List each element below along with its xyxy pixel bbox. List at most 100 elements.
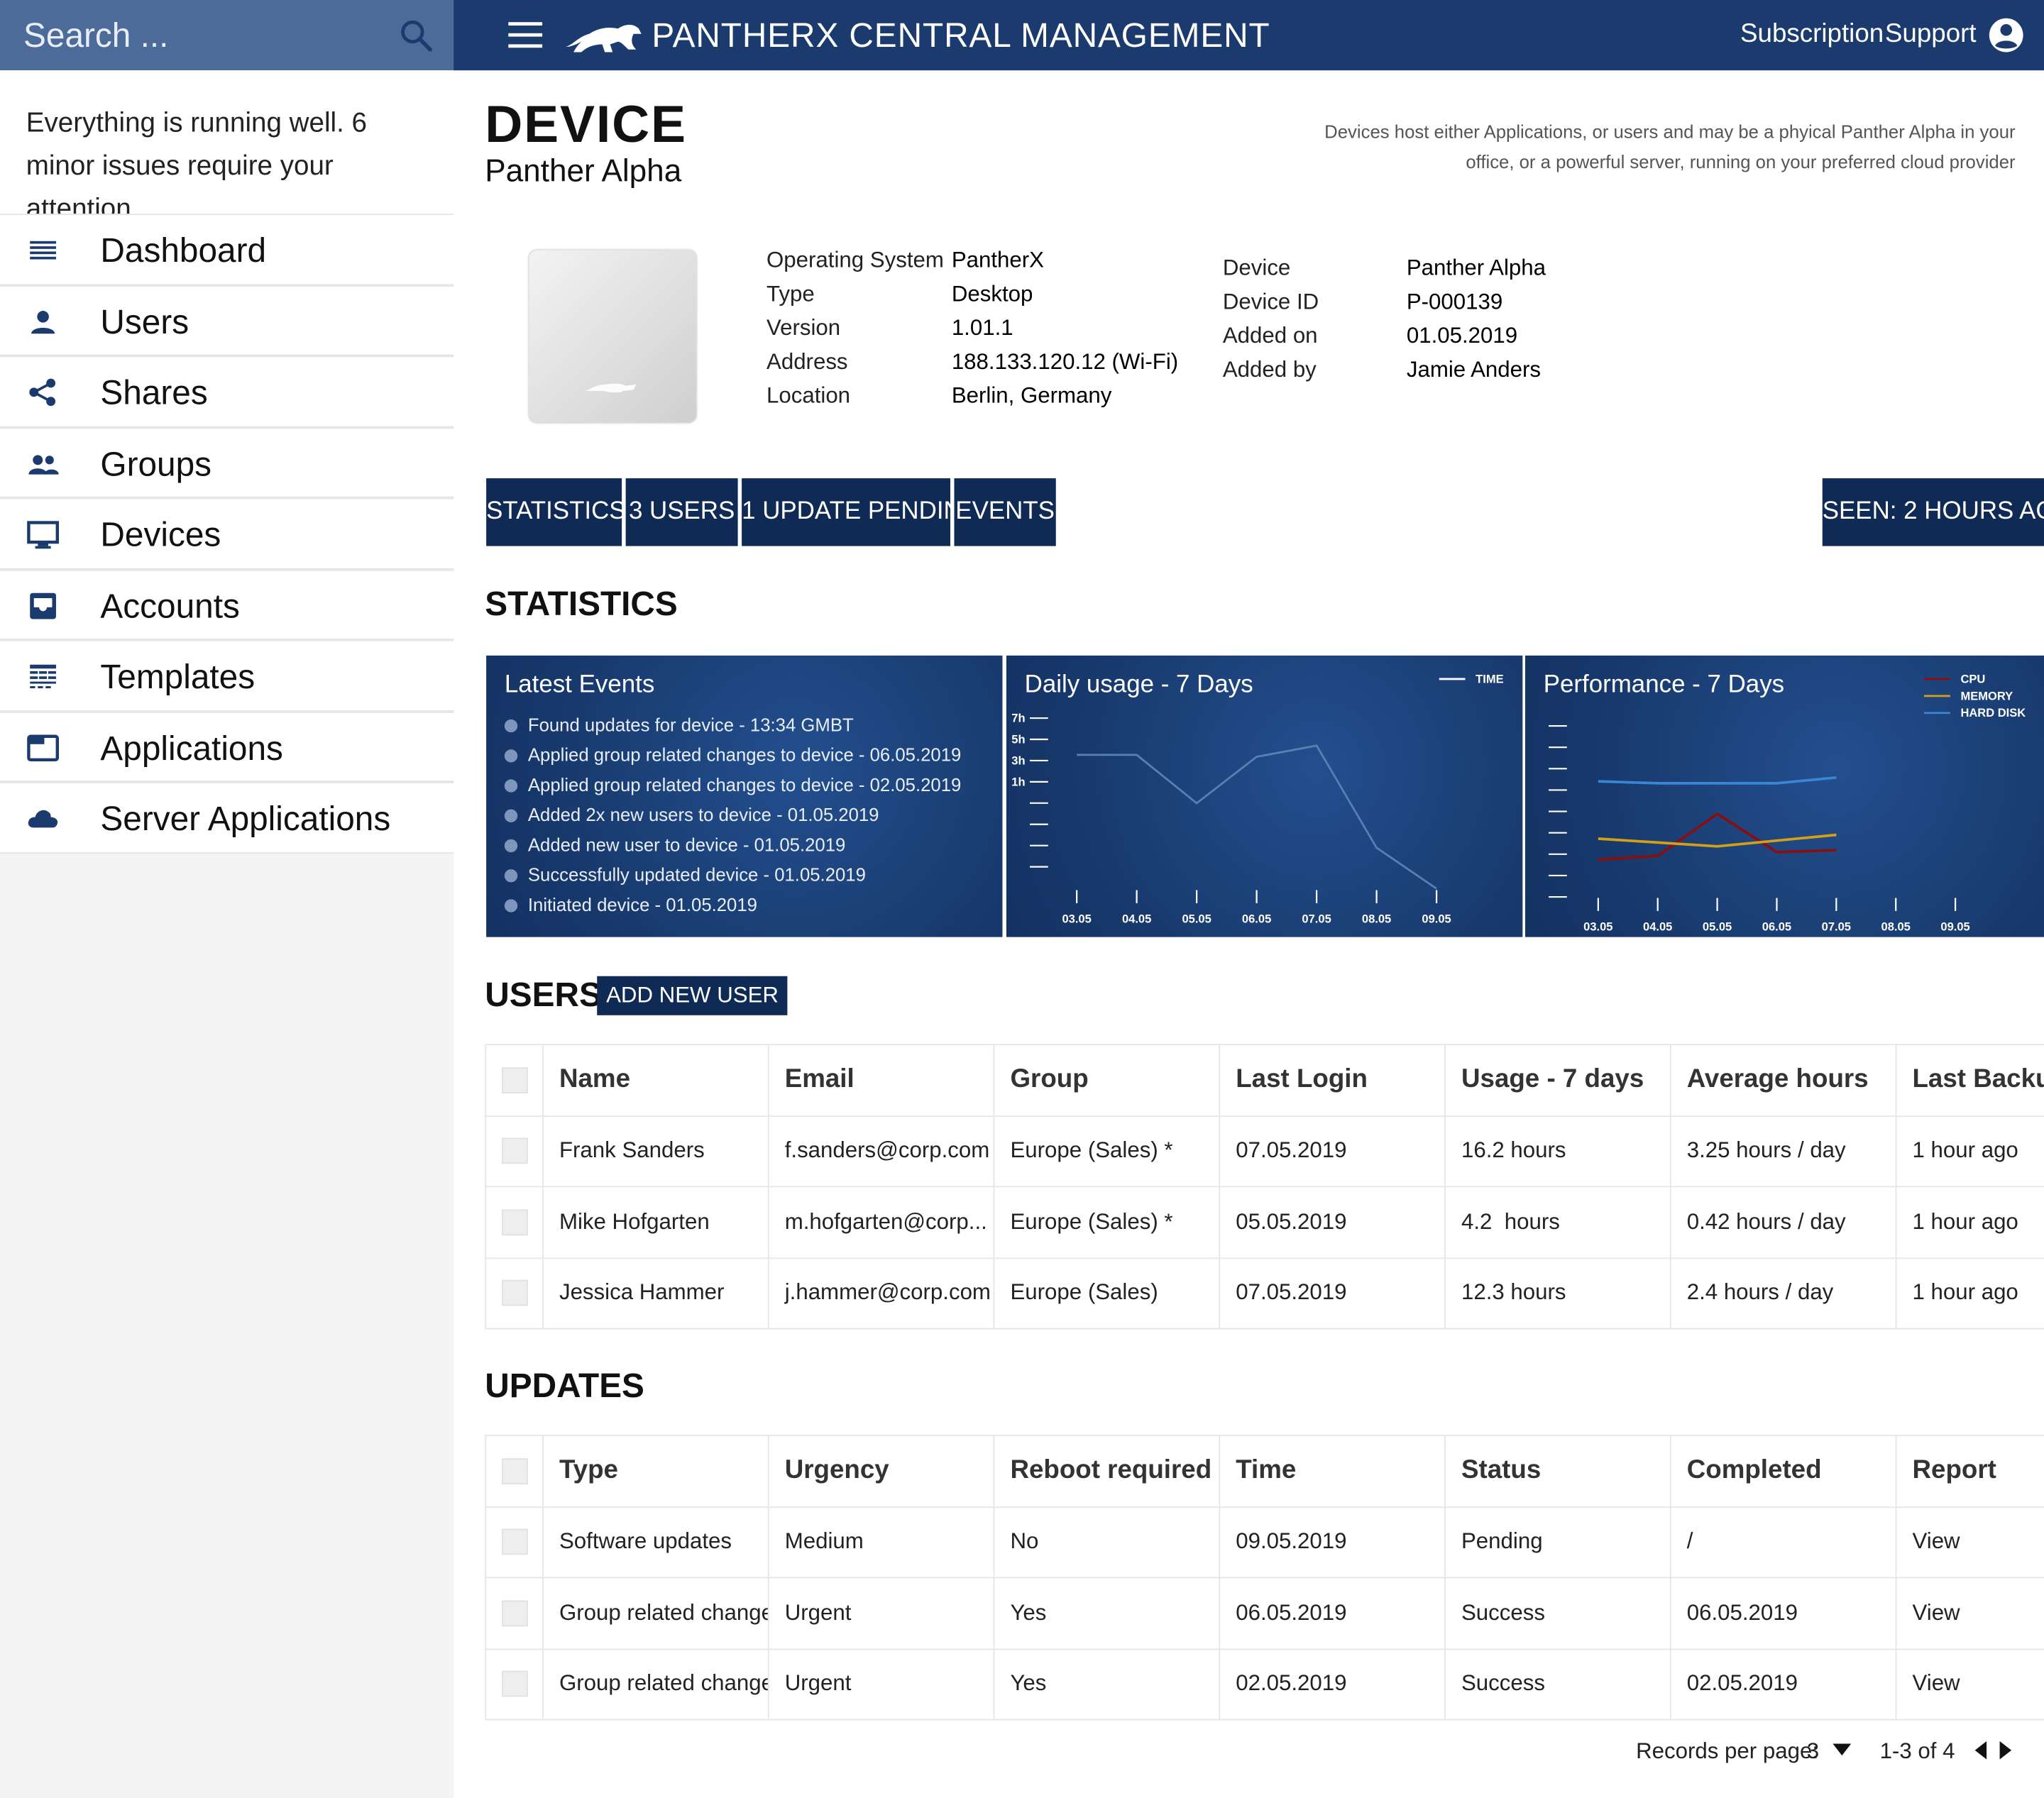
x-tick-label: 08.05 (1881, 920, 1911, 933)
update-report-link[interactable]: View (1895, 1506, 2044, 1579)
y-tick-label: 5h (1011, 732, 1025, 746)
column-header[interactable]: Report (1895, 1435, 2044, 1508)
row-select-cell (485, 1506, 544, 1579)
table-row[interactable]: Group related changes Urgent Yes 02.05.2… (485, 1648, 2044, 1721)
user-last-backup: 1 hour ago (1895, 1186, 2044, 1259)
add-new-user-button[interactable]: ADD NEW USER (597, 976, 788, 1015)
x-tick-label: 04.05 (1643, 920, 1672, 933)
tab-users[interactable]: 3 USERS (625, 478, 738, 546)
account-circle-icon[interactable] (1987, 16, 2026, 55)
series-line (1077, 744, 1437, 890)
sidebar-item-label: Groups (100, 443, 212, 483)
column-header[interactable]: Time (1219, 1435, 1446, 1508)
daily-usage-svg: 7h 5h 3h 1h 03.05 04.05 05.05 06.05 07.05 08.05 09… (1011, 672, 1503, 925)
user-last-backup: 1 hour ago (1895, 1257, 2044, 1330)
menu-icon[interactable] (506, 21, 545, 49)
x-tick-label: 05.05 (1182, 912, 1211, 925)
tab-events[interactable]: EVENTS (954, 478, 1056, 546)
column-header[interactable]: Last Backup (1895, 1044, 2044, 1117)
chevron-left-icon[interactable] (1974, 1741, 1987, 1760)
sidebar-item-applications[interactable]: Applications (0, 710, 454, 783)
sidebar-item-label: Dashboard (100, 231, 267, 270)
x-tick-label: 05.05 (1703, 920, 1732, 933)
update-time: 06.05.2019 (1219, 1577, 1446, 1650)
user-name: Frank Sanders (542, 1115, 769, 1188)
update-completed: / (1669, 1506, 1897, 1579)
table-row[interactable]: Frank Sanders f.sanders@corp.com Europe … (485, 1115, 2044, 1188)
row-select-cell (485, 1115, 544, 1188)
user-last-login: 07.05.2019 (1219, 1115, 1446, 1188)
column-header[interactable]: Reboot required (993, 1435, 1221, 1508)
sidebar-nav: Dashboard Users Shares Groups Devices Ac… (0, 214, 454, 854)
sidebar-item-templates[interactable]: Templates (0, 639, 454, 711)
column-header[interactable]: Last Login (1219, 1044, 1446, 1117)
search-icon[interactable] (399, 18, 433, 53)
last-seen-badge: SEEN: 2 HOURS AGO (1822, 478, 2044, 546)
table-header-row: Name Email Group Last Login Usage - 7 da… (485, 1044, 2044, 1117)
sidebar-item-dashboard[interactable]: Dashboard (0, 214, 454, 285)
update-completed: 06.05.2019 (1669, 1577, 1897, 1650)
column-header[interactable]: Type (542, 1435, 769, 1508)
column-header[interactable]: Group (993, 1044, 1221, 1117)
performance-svg: 03.05 04.05 05.05 06.05 07.05 08.05 09.05 CPU ME… (1549, 672, 2026, 933)
user-group: Europe (Sales) * (993, 1186, 1221, 1259)
row-select-cell (485, 1257, 544, 1330)
tab-updates[interactable]: 1 UPDATE PENDING (742, 478, 981, 546)
user-last-login: 05.05.2019 (1219, 1186, 1446, 1259)
chevron-right-icon[interactable] (1999, 1741, 2013, 1760)
sidebar-item-accounts[interactable]: Accounts (0, 568, 454, 640)
search-bar (0, 0, 454, 71)
user-email: m.hofgarten@corp... (767, 1186, 995, 1259)
legend-label: CPU (1960, 672, 1985, 685)
x-tick-label: 03.05 (1062, 912, 1091, 925)
select-all-cell (485, 1435, 544, 1508)
select-all-checkbox[interactable] (501, 1066, 527, 1093)
sidebar-item-groups[interactable]: Groups (0, 426, 454, 498)
sidebar-item-shares[interactable]: Shares (0, 355, 454, 427)
os-label: Operating System (766, 247, 944, 272)
x-tick-label: 04.05 (1122, 912, 1151, 925)
series-line (1598, 812, 1837, 861)
sidebar-item-server-applications[interactable]: Server Applications (0, 782, 454, 854)
row-checkbox[interactable] (501, 1137, 527, 1164)
event-item: Added new user to device - 01.05.2019 (504, 834, 845, 855)
select-all-checkbox[interactable] (501, 1457, 527, 1484)
update-report-link[interactable]: View (1895, 1648, 2044, 1721)
column-header[interactable]: Usage - 7 days (1444, 1044, 1671, 1117)
table-row[interactable]: Jessica Hammer j.hammer@corp.com Europe … (485, 1257, 2044, 1330)
column-header[interactable]: Email (767, 1044, 995, 1117)
sidebar-item-label: Server Applications (100, 798, 391, 839)
update-completed: 02.05.2019 (1669, 1648, 1897, 1721)
update-status: Pending (1444, 1506, 1671, 1579)
main-content: DEVICE Panther Alpha Devices host either… (454, 70, 2044, 1798)
support-link[interactable]: Support (1885, 20, 1977, 50)
table-row[interactable]: Mike Hofgarten m.hofgarten@corp... Europ… (485, 1186, 2044, 1259)
row-checkbox[interactable] (501, 1671, 527, 1697)
tab-statistics[interactable]: STATISTICS (486, 478, 626, 546)
records-per-page-value[interactable]: 3 (1807, 1738, 1819, 1765)
column-header[interactable]: Status (1444, 1435, 1671, 1508)
device-id-value: P-000139 (1406, 289, 1503, 314)
chevron-down-icon[interactable] (1833, 1743, 1852, 1757)
row-checkbox[interactable] (501, 1600, 527, 1626)
update-report-link[interactable]: View (1895, 1577, 2044, 1650)
monitor-icon (27, 521, 60, 549)
row-checkbox[interactable] (501, 1209, 527, 1235)
table-row[interactable]: Group related changes Urgent Yes 06.05.2… (485, 1577, 2044, 1650)
table-row[interactable]: Software updates Medium No 09.05.2019 Pe… (485, 1506, 2044, 1579)
column-header[interactable]: Urgency (767, 1435, 995, 1508)
sidebar-item-devices[interactable]: Devices (0, 497, 454, 569)
search-input[interactable] (23, 14, 389, 56)
column-header[interactable]: Completed (1669, 1435, 1897, 1508)
row-checkbox[interactable] (501, 1280, 527, 1306)
legend-label: HARD DISK (1960, 706, 2026, 719)
column-header[interactable]: Name (542, 1044, 769, 1117)
x-tick-label: 09.05 (1940, 920, 1969, 933)
subscription-link[interactable]: Subscription (1740, 20, 1884, 50)
row-checkbox[interactable] (501, 1528, 527, 1555)
table-header-row: Type Urgency Reboot required Time Status… (485, 1435, 2044, 1508)
sidebar-item-users[interactable]: Users (0, 285, 454, 356)
column-header[interactable]: Average hours (1669, 1044, 1897, 1117)
top-bar: PANTHERX CENTRAL MANAGEMENT Subscription… (0, 0, 2044, 71)
version-label: Version (766, 315, 841, 341)
